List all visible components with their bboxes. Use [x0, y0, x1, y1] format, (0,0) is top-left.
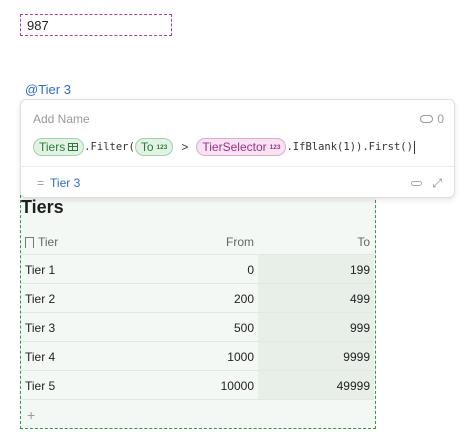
table-row[interactable]: Tier 5 10000 49999: [21, 371, 374, 400]
table-row[interactable]: Tier 4 1000 9999: [21, 342, 374, 371]
link-icon: [420, 115, 434, 123]
formula-operator: >: [181, 140, 189, 154]
cell-tier[interactable]: Tier 2: [25, 292, 55, 306]
number-type-icon: 123: [269, 143, 281, 151]
column-header-from[interactable]: From: [226, 235, 254, 249]
cell-to[interactable]: 9999: [258, 342, 374, 370]
expand-icon[interactable]: ⤢: [432, 176, 442, 191]
cell-tier[interactable]: Tier 4: [25, 350, 55, 364]
table-title: Tiers: [21, 197, 64, 217]
cell-to[interactable]: 499: [258, 284, 374, 312]
table-row[interactable]: Tier 3 500 999: [21, 313, 374, 342]
object-reference-link[interactable]: @Tier 3: [25, 82, 71, 97]
tiers-table[interactable]: Tiers Tier From To Tier 1 0 199 Tier 2 2…: [20, 190, 376, 429]
cell-to[interactable]: 999: [258, 313, 374, 341]
column-header-tier[interactable]: Tier: [38, 235, 58, 249]
reference-count-value: 0: [437, 112, 444, 126]
value-text: 987: [27, 18, 49, 33]
table-grid: Tier From To Tier 1 0 199 Tier 2 200 499…: [21, 227, 374, 400]
text-cursor: [413, 140, 415, 154]
name-field[interactable]: Add Name: [33, 112, 90, 126]
reference-count[interactable]: 0: [420, 112, 444, 126]
formula-result: = Tier 3: [37, 176, 80, 190]
table-chip[interactable]: Tiers: [33, 138, 85, 156]
result-value[interactable]: Tier 3: [50, 176, 80, 190]
formula-text: .Filter(: [84, 141, 135, 153]
cell-from[interactable]: 500: [234, 321, 254, 335]
result-equals: =: [37, 176, 45, 190]
control-chip[interactable]: TierSelector 123: [196, 138, 287, 156]
chain-icon[interactable]: [411, 181, 423, 186]
cell-tier[interactable]: Tier 5: [25, 379, 55, 393]
divider: [21, 166, 454, 167]
cell-from[interactable]: 1000: [227, 350, 254, 364]
cell-tier[interactable]: Tier 1: [25, 263, 55, 277]
table-header-row: Tier From To: [21, 227, 374, 255]
number-type-icon: 123: [156, 143, 168, 151]
table-row[interactable]: Tier 1 0 199: [21, 255, 374, 284]
popup-toolbar: ⤢: [411, 176, 442, 191]
cell-to[interactable]: 199: [258, 255, 374, 283]
table-row[interactable]: Tier 2 200 499: [21, 284, 374, 313]
formula-text: .IfBlank(1)).First(): [286, 141, 413, 153]
value-output[interactable]: 987: [20, 14, 172, 36]
cell-from[interactable]: 0: [247, 263, 254, 277]
cell-tier[interactable]: Tier 3: [25, 321, 55, 335]
column-header-to[interactable]: To: [258, 227, 374, 254]
add-row-button[interactable]: +: [27, 407, 35, 423]
cell-from[interactable]: 200: [234, 292, 254, 306]
formula-editor-popup[interactable]: Add Name 0 Tiers .Filter( To 123 > TierS…: [20, 99, 455, 198]
column-chip[interactable]: To 123: [134, 138, 174, 156]
formula-input[interactable]: Tiers .Filter( To 123 > TierSelector 123…: [33, 136, 415, 158]
bookmark-icon: [25, 236, 34, 248]
cell-from[interactable]: 10000: [221, 379, 254, 393]
cell-to[interactable]: 49999: [258, 371, 374, 399]
table-icon: [68, 143, 79, 151]
